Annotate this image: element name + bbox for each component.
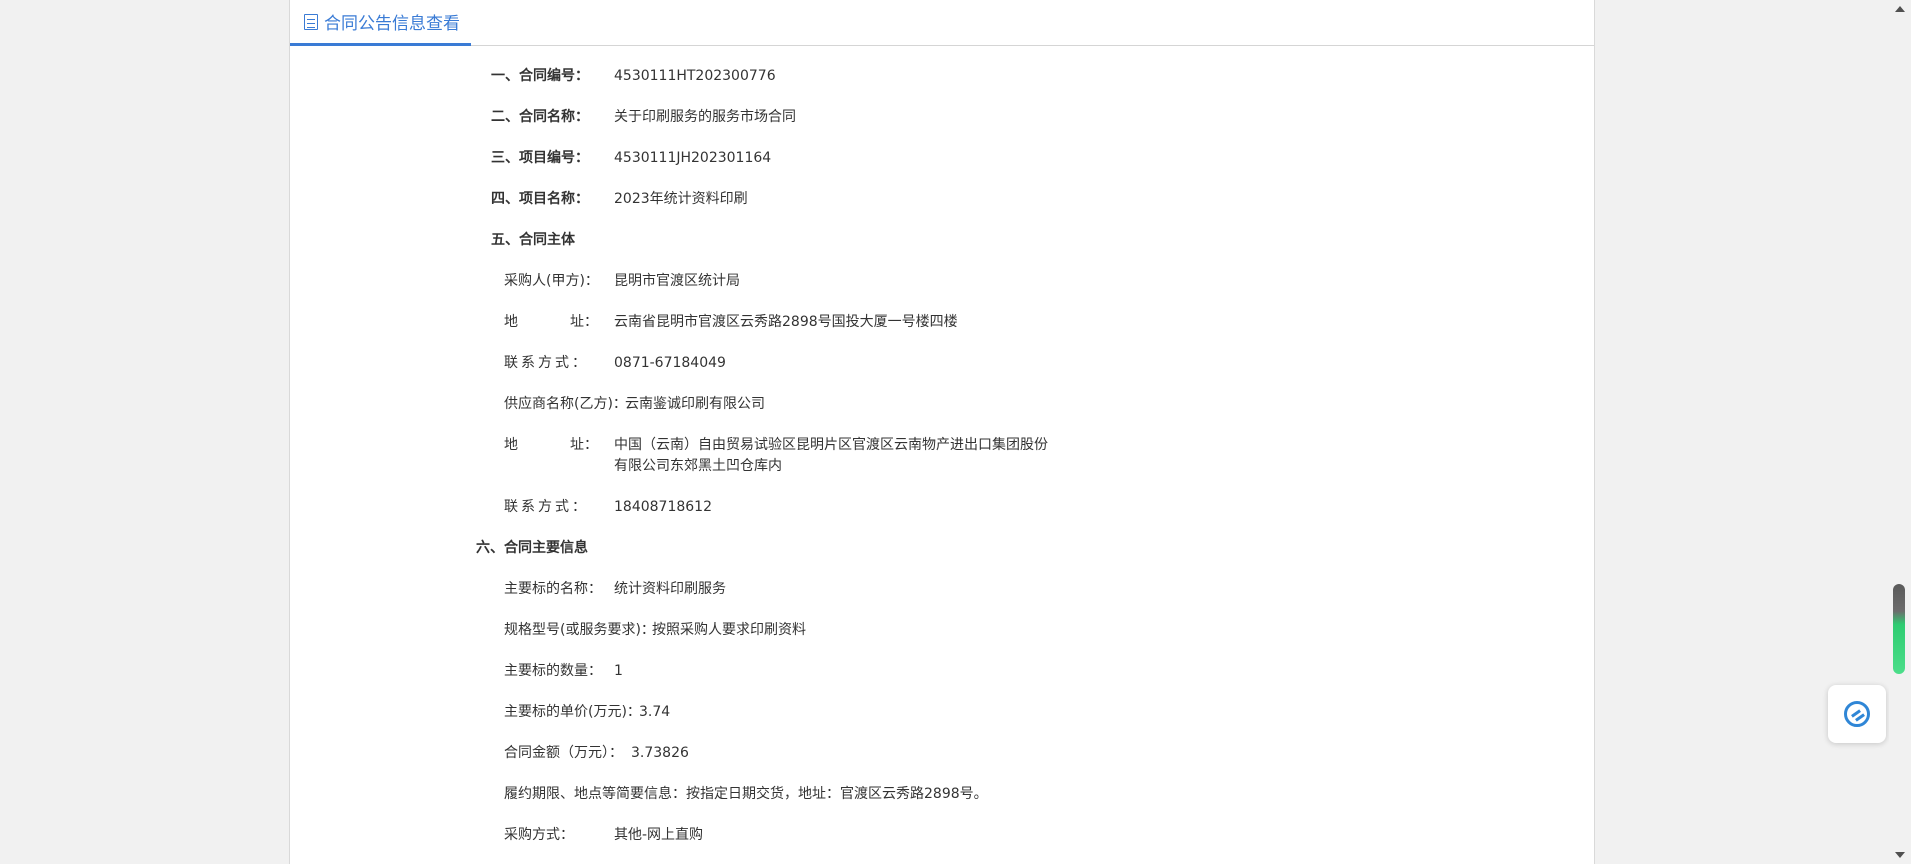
contract-amount-label: 合同金额（万元）： [504, 745, 623, 761]
quantity-label: 主要标的数量： [504, 663, 602, 679]
terms-value: 按指定日期交货，地址：官渡区云秀路2898号。 [686, 786, 988, 802]
supplier-address-label-right: 址： [570, 437, 598, 453]
quantity-value: 1 [614, 663, 623, 679]
unit-price-value: 3.74 [639, 704, 671, 720]
contract-number-value: 4530111HT202300776 [614, 68, 776, 84]
terms-label: 履约期限、地点等简要信息： [504, 786, 686, 802]
scroll-up-arrow-icon[interactable] [1895, 6, 1905, 12]
supplier-address-line1: 中国（云南）自由贸易试验区昆明片区官渡区云南物产进出口集团股份 [614, 437, 1048, 453]
subject-label: 主要标的名称： [504, 581, 602, 597]
supplier-value: 云南鉴诚印刷有限公司 [625, 396, 765, 412]
supplier-address-label-left: 地 [504, 437, 518, 453]
tab-contract-notice[interactable]: 合同公告信息查看 [290, 0, 471, 46]
tab-label: 合同公告信息查看 [324, 14, 460, 34]
section-3-label: 三、项目编号： [491, 150, 589, 166]
supplier-contact-value: 18408718612 [614, 499, 712, 515]
scroll-thumb[interactable] [1893, 584, 1905, 674]
procurement-method-value: 其他-网上直购 [614, 827, 704, 843]
supplier-contact-label: 联系方式： [504, 499, 589, 515]
spec-value: 按照采购人要求印刷资料 [652, 622, 806, 638]
vertical-scrollbar[interactable] [1889, 0, 1911, 864]
subject-value: 统计资料印刷服务 [614, 581, 726, 597]
project-name-value: 2023年统计资料印刷 [614, 191, 748, 207]
procurement-method-label: 采购方式： [504, 827, 574, 843]
scroll-track[interactable] [1893, 20, 1907, 844]
section-1-label: 一、合同编号： [491, 68, 589, 84]
floating-service-button[interactable] [1828, 685, 1886, 743]
purchaser-value: 昆明市官渡区统计局 [614, 273, 740, 289]
section-5-heading: 五、合同主体 [491, 232, 575, 248]
supplier-label: 供应商名称(乙方)： [504, 396, 627, 412]
spec-label: 规格型号(或服务要求)： [504, 622, 655, 638]
purchaser-contact-value: 0871-67184049 [614, 355, 726, 371]
section-6-heading: 六、合同主要信息 [476, 540, 588, 556]
supplier-address-line2: 有限公司东郊黑土凹仓库内 [614, 458, 782, 474]
contract-name-value: 关于印刷服务的服务市场合同 [614, 109, 796, 125]
document-list-icon [304, 13, 318, 30]
unit-price-label: 主要标的单价(万元)： [504, 704, 641, 720]
purchaser-address-label-left: 地 [504, 314, 518, 330]
customer-service-icon [1844, 701, 1870, 727]
tab-bar: 合同公告信息查看 [290, 0, 1594, 46]
scroll-down-arrow-icon[interactable] [1895, 852, 1905, 858]
section-2-label: 二、合同名称： [491, 109, 589, 125]
purchaser-contact-label: 联系方式： [504, 355, 589, 371]
purchaser-address-value: 云南省昆明市官渡区云秀路2898号国投大厦一号楼四楼 [614, 314, 958, 330]
section-4-label: 四、项目名称： [491, 191, 589, 207]
purchaser-label: 采购人(甲方)： [504, 273, 599, 289]
project-number-value: 4530111JH202301164 [614, 150, 772, 166]
contract-amount-value: 3.73826 [631, 745, 689, 761]
purchaser-address-label-right: 址： [570, 314, 598, 330]
content-panel: 合同公告信息查看 一、合同编号： 4530111HT202300776 二、合同… [289, 0, 1595, 864]
